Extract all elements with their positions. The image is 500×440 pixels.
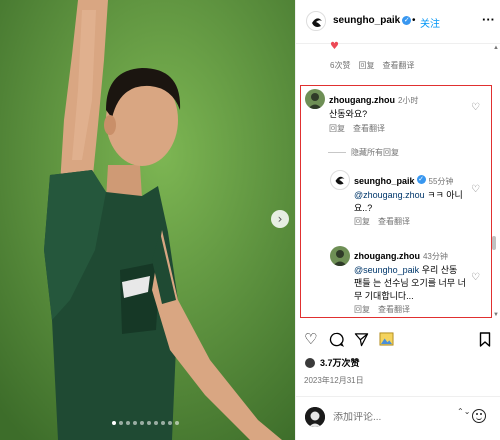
avatar[interactable] — [330, 170, 350, 190]
carousel-dot — [133, 421, 137, 425]
next-photo-button[interactable]: › — [271, 210, 289, 228]
translate-link[interactable]: 查看翻译 — [382, 60, 414, 71]
comment-time: 2小时 — [397, 96, 419, 105]
avatar — [304, 356, 316, 369]
comment-username[interactable]: zhougang.zhou — [354, 251, 420, 261]
mention-link[interactable]: @zhougang.zhou — [354, 190, 425, 200]
heart-outline-icon[interactable]: ♡ — [304, 330, 317, 348]
carousel-indicator — [112, 421, 179, 425]
divider — [328, 152, 346, 153]
user-avatar-icon — [305, 407, 325, 427]
add-comment-input[interactable] — [333, 412, 443, 423]
avatar — [305, 407, 325, 427]
scroll-arrows-icon[interactable]: ⌃⌄ — [457, 407, 470, 416]
image-icon[interactable] — [379, 332, 394, 346]
comment-time: 55分钟 — [428, 177, 454, 186]
hide-replies-toggle[interactable]: 隐藏所有回复 — [328, 147, 399, 158]
like-comment-heart-icon[interactable]: ♡ — [471, 272, 480, 283]
comment-meta: 回复 查看翻译 — [354, 216, 410, 227]
comment-meta: 6次赞 回复 查看翻译 — [330, 60, 414, 71]
avatar[interactable] — [330, 246, 350, 266]
emoji-icon[interactable] — [472, 409, 486, 423]
avatar[interactable] — [306, 11, 326, 31]
translate-link[interactable]: 查看翻译 — [353, 123, 385, 134]
chevron-right-icon: › — [277, 212, 283, 226]
translate-link[interactable]: 查看翻译 — [378, 304, 410, 315]
carousel-dot — [112, 421, 116, 425]
reply-link[interactable]: 回复 — [358, 60, 374, 71]
paper-plane-icon[interactable] — [354, 332, 369, 347]
comment-meta: 回复 查看翻译 — [354, 304, 410, 315]
reply-link[interactable]: 回复 — [329, 123, 345, 134]
logo-avatar-icon — [331, 171, 349, 189]
reply-comment: zhougang.zhou 43分钟 @seungho_paik 우리 산동 팬들… — [354, 246, 468, 303]
post-header: seungho_paik ✓ • 关注 ··· — [296, 0, 500, 44]
comment-bubble-icon[interactable] — [329, 332, 344, 347]
carousel-dot — [119, 421, 123, 425]
liked-heart-icon[interactable]: ♥ — [330, 41, 339, 52]
carousel-dot — [175, 421, 179, 425]
commenter-avatar-icon — [330, 246, 350, 266]
carousel-dot — [154, 421, 158, 425]
verified-badge-icon: ✓ — [416, 175, 426, 185]
carousel-dot — [168, 421, 172, 425]
post-date: 2023年12月31日 — [304, 376, 364, 385]
bookmark-icon[interactable] — [479, 332, 491, 347]
logo-avatar-icon — [308, 13, 325, 30]
comment-meta: 回复 查看翻译 — [329, 123, 385, 134]
hide-replies-label[interactable]: 隐藏所有回复 — [351, 147, 399, 158]
reply-link[interactable]: 回复 — [354, 216, 370, 227]
scroll-down-arrow-icon[interactable]: ▼ — [493, 312, 499, 318]
follow-button[interactable]: 关注 — [420, 15, 440, 30]
translate-link[interactable]: 查看翻译 — [378, 216, 410, 227]
post-photo[interactable]: › — [0, 0, 295, 440]
comment-username[interactable]: zhougang.zhou — [329, 95, 395, 105]
like-comment-heart-icon[interactable]: ♡ — [471, 102, 480, 113]
comment-time: 43分钟 — [422, 252, 448, 261]
comment: zhougang.zhou 2小时 산동와요? — [329, 90, 469, 121]
avatar[interactable] — [305, 89, 325, 109]
verified-badge-icon: ✓ — [402, 15, 412, 25]
comments-scrollbar[interactable] — [492, 46, 496, 316]
header-separator: • — [412, 15, 416, 26]
likes-summary[interactable]: 3.7万次赞 — [304, 356, 360, 369]
author-username[interactable]: seungho_paik — [333, 15, 400, 26]
scrollbar-thumb[interactable] — [492, 236, 496, 250]
comment-text: @zhougang.zhou ㅋㅋ 아니요..? — [354, 189, 472, 215]
carousel-dot — [161, 421, 165, 425]
post-author[interactable]: seungho_paik ✓ — [333, 15, 412, 26]
commenter-avatar-icon — [305, 89, 325, 109]
carousel-dot — [140, 421, 144, 425]
carousel-dot — [147, 421, 151, 425]
comment-likes[interactable]: 6次赞 — [330, 60, 350, 71]
mention-link[interactable]: @seungho_paik — [354, 265, 419, 275]
post-actions: ♡ — [296, 330, 500, 352]
post-detail-panel: seungho_paik ✓ • 关注 ··· ♥ 6次赞 回复 查看翻译 zho… — [295, 0, 500, 440]
player-photo — [0, 0, 295, 440]
comment-text: @seungho_paik 우리 산동 팬들 는 선수님 오기를 너무 너무 기… — [354, 264, 468, 303]
comment-username[interactable]: seungho_paik — [354, 176, 415, 186]
likes-count[interactable]: 3.7万次赞 — [320, 356, 360, 369]
carousel-dot — [126, 421, 130, 425]
like-comment-heart-icon[interactable]: ♡ — [471, 184, 480, 195]
reply-comment: seungho_paik ✓ 55分钟 @zhougang.zhou ㅋㅋ 아니요.… — [354, 171, 472, 215]
more-options-icon[interactable]: ··· — [482, 12, 495, 27]
comment-text: 산동와요? — [329, 109, 368, 119]
reply-link[interactable]: 回复 — [354, 304, 370, 315]
comment-composer: ⌃⌄ — [296, 396, 500, 440]
